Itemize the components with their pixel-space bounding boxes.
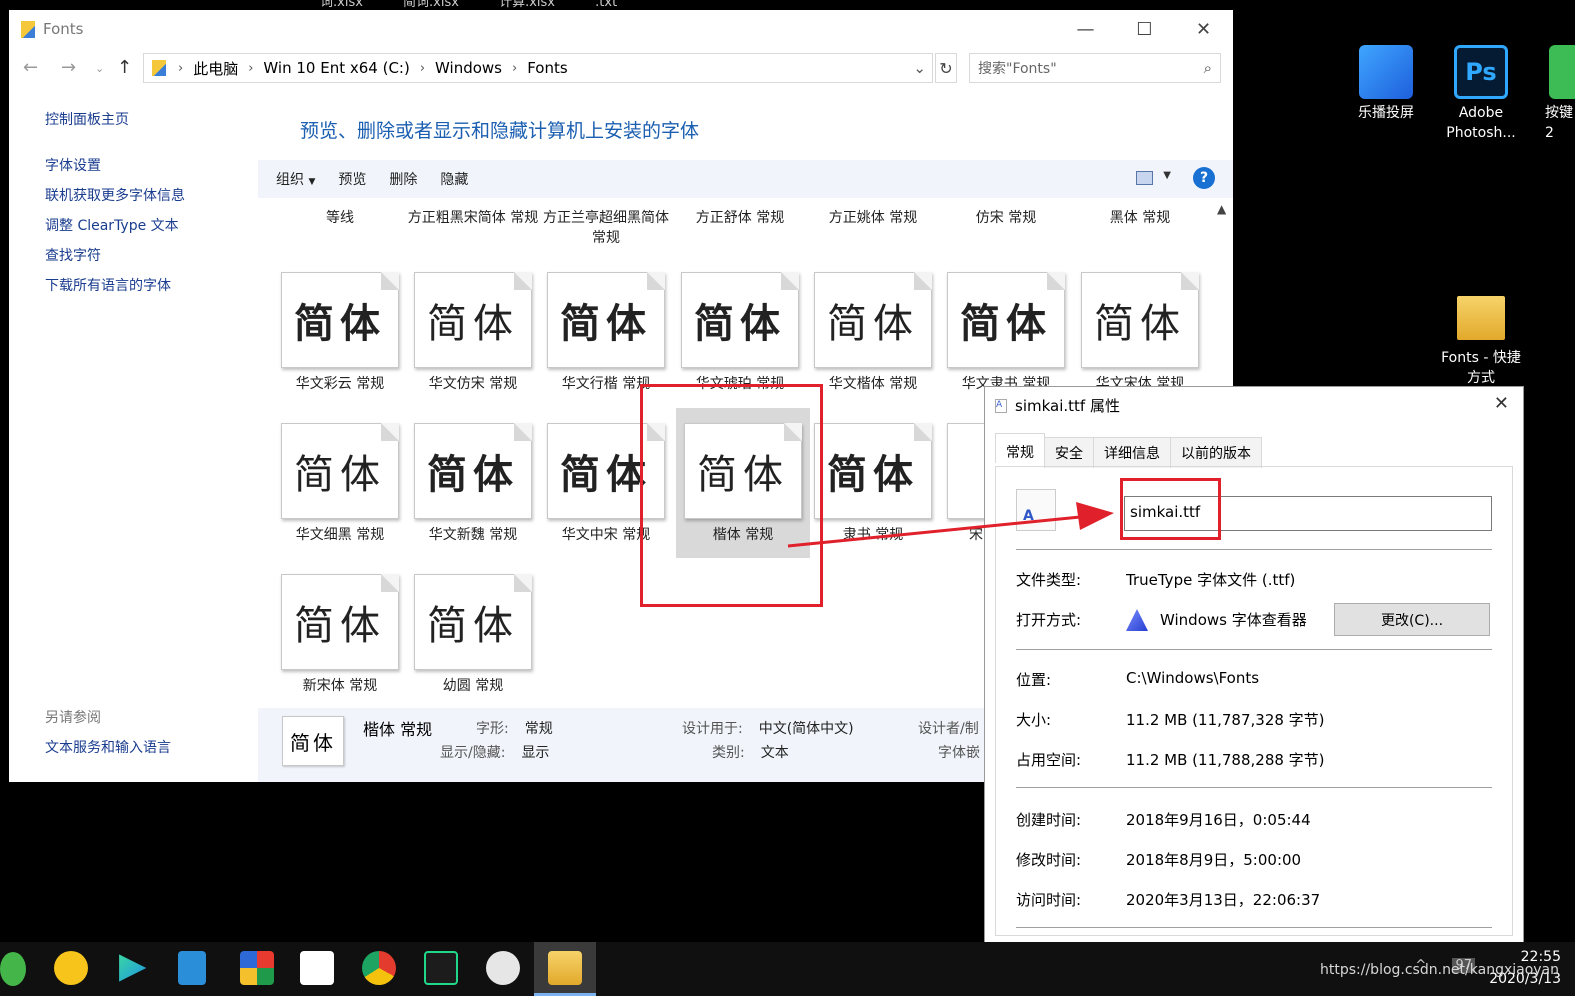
feishu-icon[interactable] (300, 951, 334, 985)
video-player-icon[interactable] (119, 954, 147, 982)
puzzle-app-icon[interactable] (240, 951, 274, 985)
clock-app-icon[interactable] (486, 951, 520, 985)
chrome-icon[interactable] (362, 951, 396, 985)
music-app-icon[interactable] (54, 951, 88, 985)
wechat-icon[interactable] (0, 952, 26, 986)
file-explorer-icon[interactable] (548, 951, 582, 985)
pycharm-icon[interactable] (424, 951, 458, 985)
notes-app-icon[interactable] (178, 951, 206, 985)
annotation-arrow (787, 502, 1114, 548)
watermark: https://blog.csdn.net/kangxiaoyan (1320, 962, 1560, 978)
